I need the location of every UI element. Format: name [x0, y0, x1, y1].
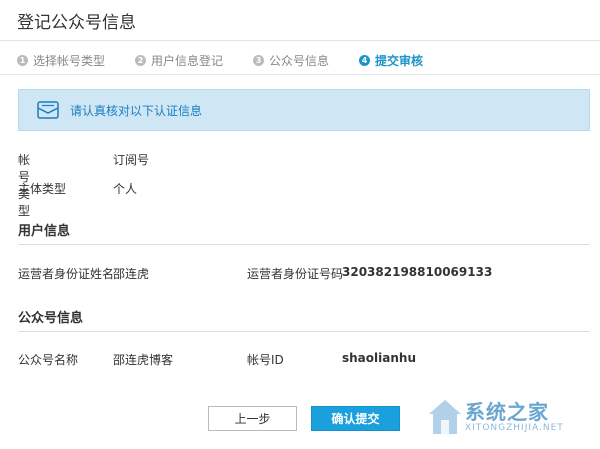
- step-number: 4: [359, 54, 371, 66]
- mp-id-value: shaolianhu: [342, 351, 416, 365]
- user-info-heading: 用户信息: [18, 224, 71, 239]
- envelope-icon: [37, 101, 59, 119]
- notice-banner: 请认真核对以下认证信息: [18, 89, 590, 131]
- notice-text: 请认真核对以下认证信息: [70, 103, 203, 118]
- step-label: 公众号信息: [269, 53, 330, 68]
- operator-id-label: 运营者身份证号码: [247, 267, 344, 281]
- step-number: 1: [17, 54, 28, 66]
- mp-id-label: 帐号ID: [247, 353, 284, 367]
- mp-info-divider: [18, 331, 590, 332]
- step-label: 选择帐号类型: [33, 53, 106, 68]
- watermark-subtext: XITONGZHIJIA.NET: [465, 423, 564, 433]
- prev-step-button[interactable]: 上一步: [208, 406, 297, 431]
- user-info-divider: [18, 244, 590, 245]
- step-3: 3 公众号信息: [253, 52, 329, 69]
- watermark-logo: 系统之家 XITONGZHIJIA.NET: [425, 390, 597, 445]
- step-label: 用户信息登记: [151, 53, 224, 68]
- step-label: 提交审核: [375, 53, 424, 68]
- mp-name-label: 公众号名称: [18, 353, 79, 367]
- operator-name-label: 运营者身份证姓名: [18, 267, 115, 281]
- step-indicator: 1 选择帐号类型 2 用户信息登记 3 公众号信息 4 提交审核: [17, 50, 453, 70]
- subject-type-value: 个人: [113, 182, 138, 196]
- step-number: 3: [253, 54, 265, 66]
- mp-name-value: 邵连虎博客: [113, 353, 174, 367]
- confirm-submit-button[interactable]: 确认提交: [311, 406, 400, 431]
- page-title: 登记公众号信息: [17, 13, 136, 33]
- subject-type-label: 主体类型: [18, 182, 67, 196]
- operator-id-value: 320382198810069133: [342, 265, 493, 279]
- mp-info-heading: 公众号信息: [18, 311, 84, 326]
- steps-divider: [0, 74, 600, 75]
- house-logo-icon: [429, 400, 461, 434]
- header-divider: [0, 40, 600, 41]
- step-2: 2 用户信息登记: [135, 52, 223, 69]
- step-number: 2: [135, 54, 147, 66]
- account-type-value: 订阅号: [113, 153, 150, 167]
- watermark-text: 系统之家: [465, 400, 549, 424]
- step-4-active: 4 提交审核: [359, 52, 423, 69]
- operator-name-value: 邵连虎: [113, 267, 150, 281]
- step-1: 1 选择帐号类型: [17, 52, 105, 69]
